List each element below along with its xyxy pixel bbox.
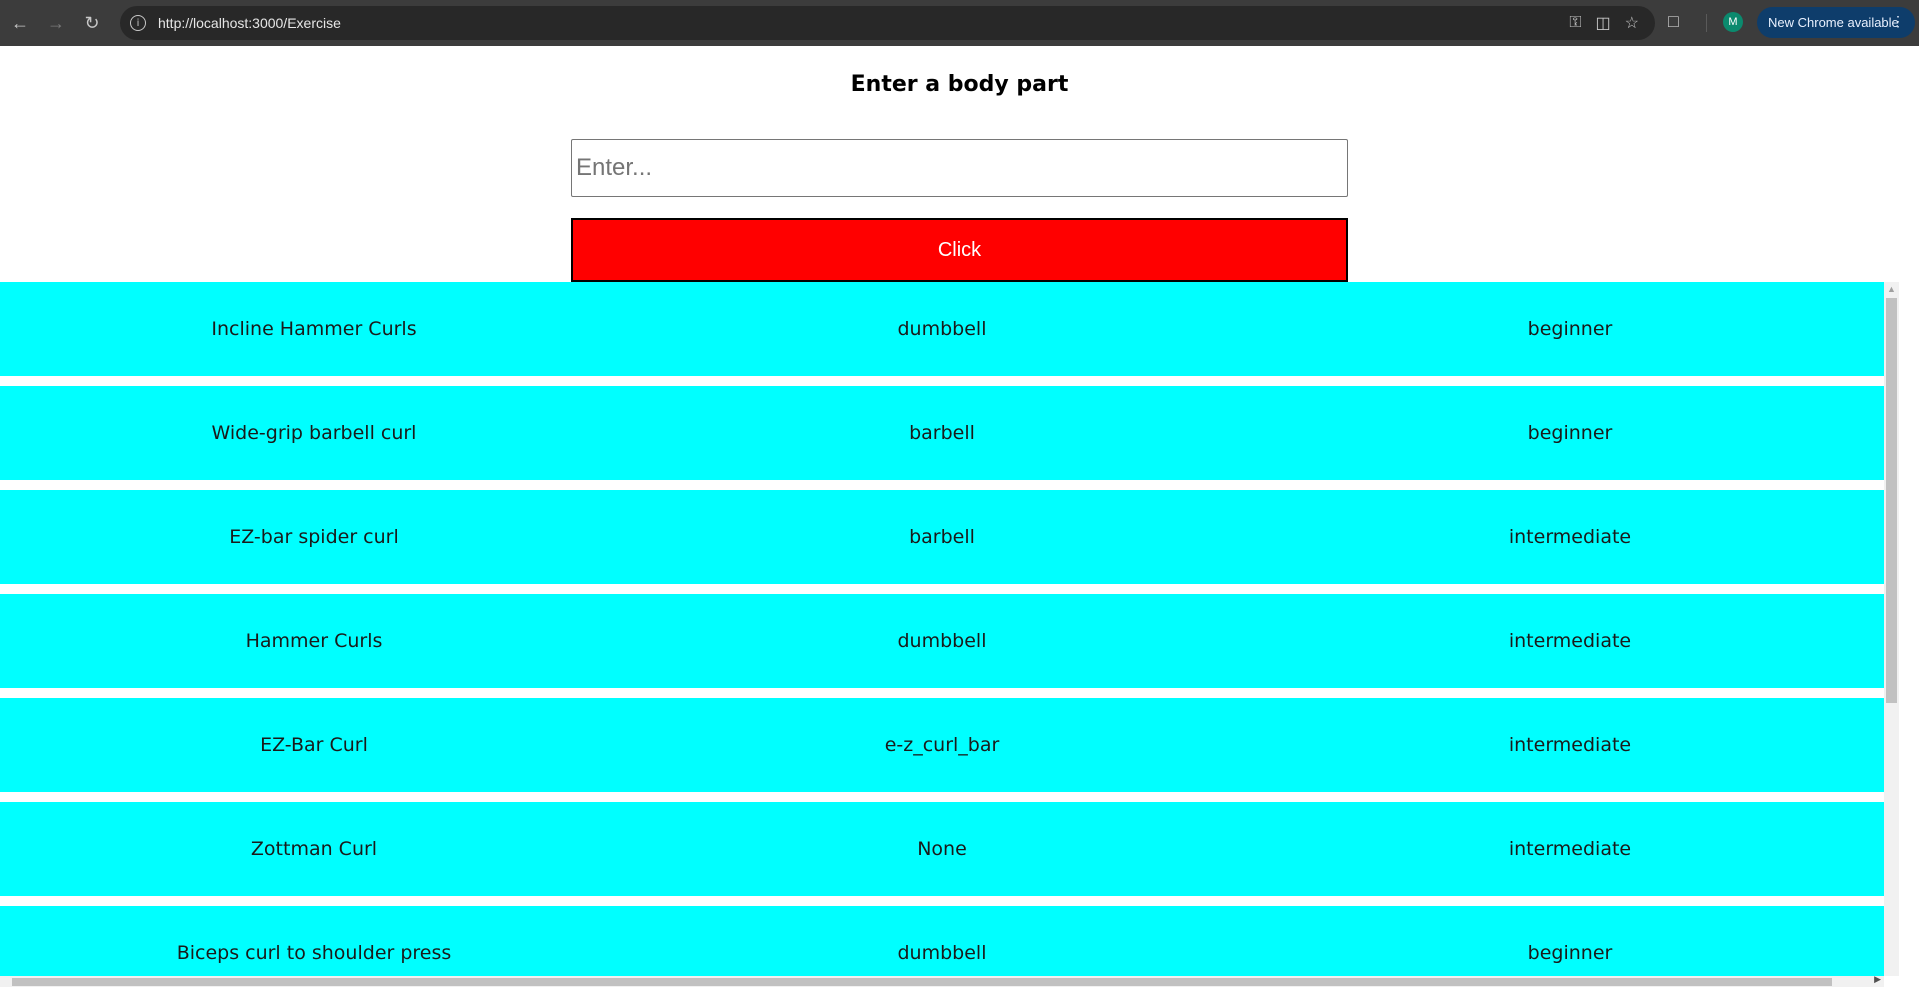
submit-button[interactable]: Click	[571, 218, 1348, 282]
equipment-cell: dumbbell	[897, 318, 987, 340]
back-icon[interactable]: ←	[4, 7, 36, 39]
password-key-icon[interactable]: ⚿	[1569, 14, 1581, 32]
result-row: Hammer Curls dumbbell intermediate	[0, 594, 1884, 688]
equipment-cell: barbell	[909, 526, 975, 548]
difficulty-cell: intermediate	[1508, 526, 1632, 548]
site-info-icon[interactable]: i	[130, 15, 146, 31]
scroll-right-arrow-icon[interactable]: ▶	[1874, 974, 1881, 985]
horizontal-scroll-thumb[interactable]	[12, 978, 1832, 986]
result-row: Wide-grip barbell curl barbell beginner	[0, 386, 1884, 480]
difficulty-cell: beginner	[1527, 318, 1613, 340]
difficulty-cell: beginner	[1527, 942, 1613, 964]
update-label: New Chrome available	[1768, 15, 1899, 30]
browser-toolbar: ← → ↻ i http://localhost:3000/Exercise ⚿…	[0, 0, 1919, 46]
exercise-name: Incline Hammer Curls	[211, 318, 417, 340]
toolbar-divider	[1706, 14, 1707, 32]
vertical-scrollbar[interactable]: ▲	[1884, 282, 1899, 976]
extensions-puzzle-icon[interactable]: □	[1668, 11, 1679, 32]
exercise-name: Zottman Curl	[250, 838, 378, 860]
body-part-input[interactable]	[571, 139, 1348, 197]
result-row: EZ-bar spider curl barbell intermediate	[0, 490, 1884, 584]
difficulty-cell: intermediate	[1508, 630, 1632, 652]
difficulty-cell: intermediate	[1508, 734, 1632, 756]
horizontal-scrollbar[interactable]: ▶	[0, 974, 1884, 987]
page-title: Enter a body part	[850, 72, 1069, 97]
difficulty-cell: intermediate	[1508, 838, 1632, 860]
forward-icon[interactable]: →	[40, 7, 72, 39]
address-bar[interactable]: i http://localhost:3000/Exercise ⚿ ◫ ☆	[120, 6, 1655, 40]
bookmark-star-icon[interactable]: ☆	[1625, 13, 1639, 33]
equipment-cell: dumbbell	[897, 630, 987, 652]
exercise-name: EZ-Bar Curl	[260, 734, 368, 756]
install-app-icon[interactable]: ◫	[1596, 13, 1611, 33]
profile-avatar[interactable]: M	[1723, 12, 1743, 32]
equipment-cell: dumbbell	[897, 942, 987, 964]
result-row: Zottman Curl None intermediate	[0, 802, 1884, 896]
page-content: Enter a body part Click Incline Hammer C…	[0, 46, 1919, 987]
difficulty-cell: beginner	[1527, 422, 1613, 444]
reload-icon[interactable]: ↻	[76, 7, 108, 39]
chrome-update-button[interactable]: New Chrome available ⋮	[1757, 7, 1915, 38]
equipment-cell: e-z_curl_bar	[884, 734, 1000, 756]
results-list[interactable]: Incline Hammer Curls dumbbell beginner Wide…	[0, 282, 1884, 976]
vertical-scroll-thumb[interactable]	[1886, 298, 1897, 703]
equipment-cell: None	[917, 838, 967, 860]
menu-dots-icon[interactable]: ⋮	[1891, 13, 1905, 30]
address-url[interactable]: http://localhost:3000/Exercise	[158, 15, 341, 31]
result-row: Biceps curl to shoulder press dumbbell beg…	[0, 906, 1884, 976]
result-row: EZ-Bar Curl e-z_curl_bar intermediate	[0, 698, 1884, 792]
exercise-name: Wide-grip barbell curl	[211, 422, 417, 444]
result-row: Incline Hammer Curls dumbbell beginner	[0, 282, 1884, 376]
exercise-name: EZ-bar spider curl	[229, 526, 399, 548]
equipment-cell: barbell	[909, 422, 975, 444]
exercise-name: Biceps curl to shoulder press	[176, 942, 452, 964]
exercise-name: Hammer Curls	[245, 630, 383, 652]
scroll-up-arrow-icon[interactable]: ▲	[1887, 284, 1896, 294]
